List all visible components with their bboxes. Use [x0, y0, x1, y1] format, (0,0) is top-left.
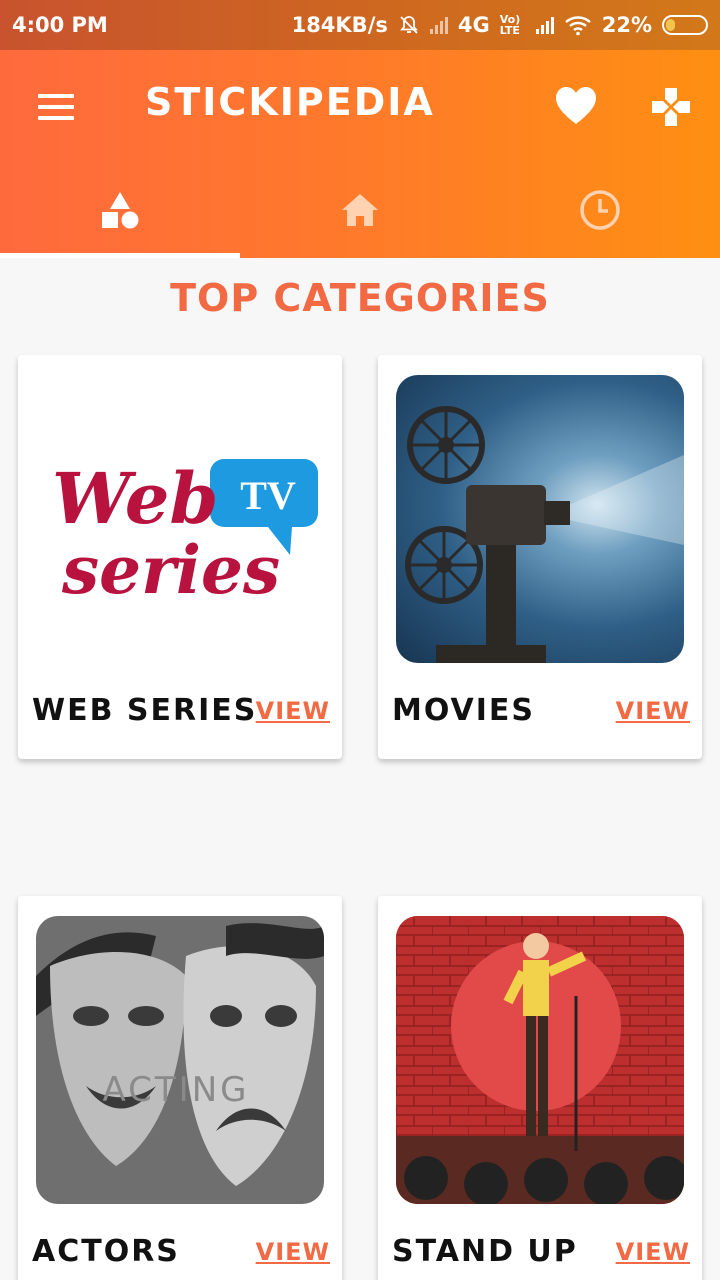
wifi-icon	[564, 16, 591, 36]
shapes-icon	[102, 192, 139, 229]
view-link-actors[interactable]: VIEW	[256, 1238, 330, 1266]
network-speed: 184KB/s	[291, 13, 388, 37]
category-card-movies[interactable]: MOVIES VIEW	[378, 355, 702, 759]
view-link-web-series[interactable]: VIEW	[256, 697, 330, 725]
web-series-thumbnail: TV Web series	[36, 375, 324, 663]
category-card-stand-up[interactable]: STAND UP VIEW	[378, 896, 702, 1280]
menu-icon[interactable]	[38, 94, 74, 120]
tab-home[interactable]	[240, 162, 480, 258]
home-icon	[342, 194, 378, 226]
tab-selected-indicator	[0, 253, 240, 258]
battery-icon	[662, 15, 708, 35]
heart-icon[interactable]	[555, 86, 597, 126]
view-link-stand-up[interactable]: VIEW	[616, 1238, 690, 1266]
actors-thumbnail: ACTING	[36, 916, 324, 1204]
web-series-badge-text: TV	[240, 473, 296, 518]
tab-bar	[0, 162, 720, 258]
mute-bell-icon	[400, 16, 418, 34]
network-type: 4G	[457, 13, 490, 37]
signal-icon-2	[535, 16, 554, 34]
app-bar: STICKIPEDIA	[0, 50, 720, 258]
category-label: WEB SERIES	[32, 693, 258, 728]
stand-up-thumbnail	[396, 916, 684, 1204]
battery-percent: 22%	[601, 13, 652, 37]
actors-thumb-text: ACTING	[103, 1070, 250, 1110]
category-card-actors[interactable]: ACTING ACTORS VIEW	[18, 896, 342, 1280]
signal-icon-1	[429, 16, 448, 34]
gamepad-icon[interactable]	[650, 86, 692, 128]
status-icons: 184KB/s 4G Vo) LTE 22%	[292, 13, 708, 37]
movies-thumbnail	[396, 375, 684, 663]
category-label: STAND UP	[392, 1234, 578, 1269]
volte-label: Vo) LTE	[499, 13, 521, 37]
web-series-logo-text-2: series	[61, 531, 280, 609]
category-label: ACTORS	[32, 1234, 180, 1269]
status-time: 4:00 PM	[12, 13, 108, 37]
tab-recent[interactable]	[480, 162, 720, 258]
web-series-logo-text-1: Web	[52, 457, 218, 540]
app-title: STICKIPEDIA	[145, 80, 435, 124]
tab-categories[interactable]	[0, 162, 240, 258]
view-link-movies[interactable]: VIEW	[616, 697, 690, 725]
status-bar: 4:00 PM 184KB/s 4G Vo) LTE 22%	[0, 0, 720, 50]
section-title: TOP CATEGORIES	[170, 276, 550, 320]
category-label: MOVIES	[392, 693, 536, 728]
clock-icon	[580, 190, 620, 230]
category-card-web-series[interactable]: TV Web series WEB SERIES VIEW	[18, 355, 342, 759]
